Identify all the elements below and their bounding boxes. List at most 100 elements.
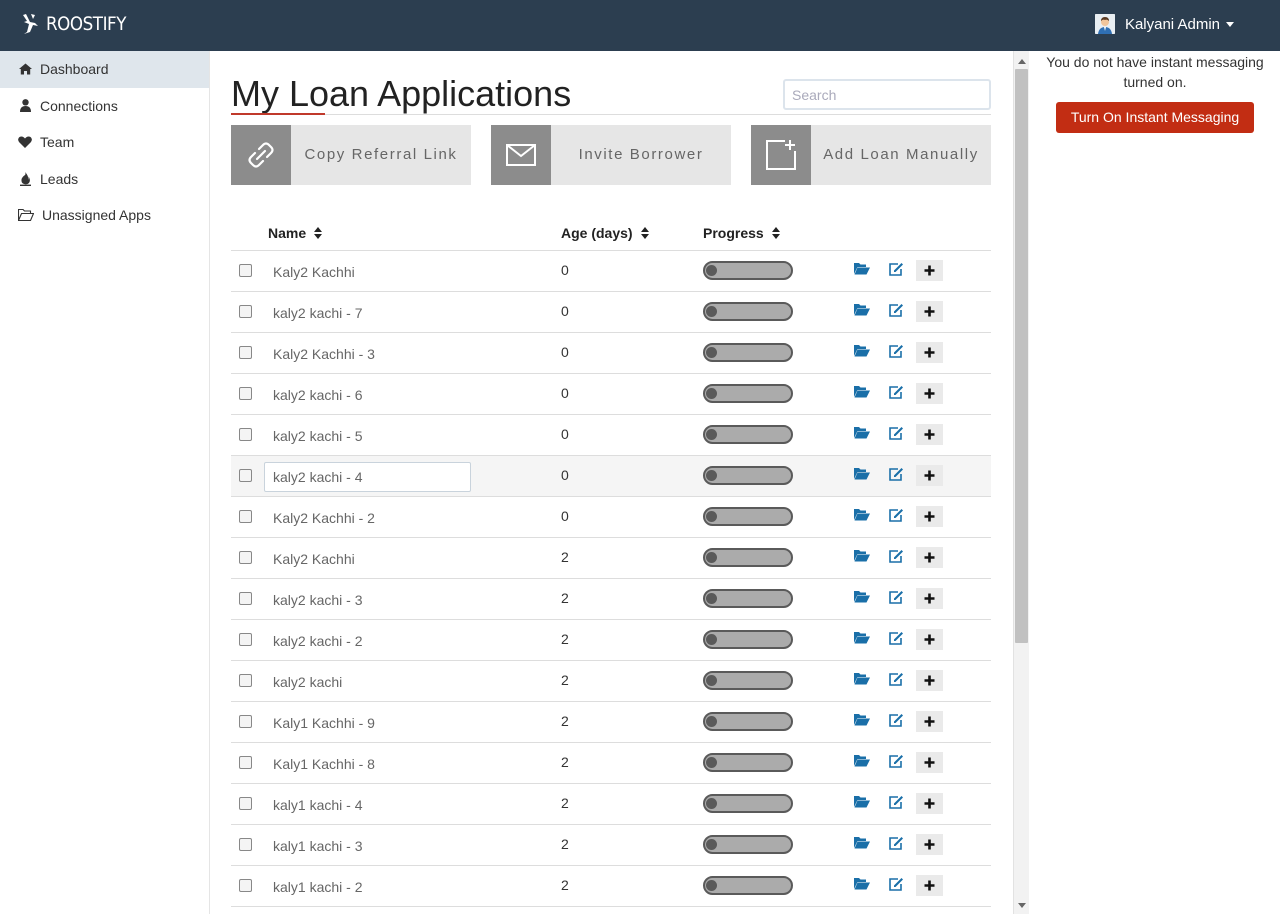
folder-open-icon[interactable]	[854, 713, 870, 731]
row-checkbox[interactable]	[239, 797, 252, 810]
row-checkbox[interactable]	[239, 838, 252, 851]
applicant-name[interactable]: Kaly2 Kachhi	[264, 544, 471, 574]
applicant-name[interactable]: kaly2 kachi - 2	[264, 626, 471, 656]
edit-icon[interactable]	[889, 631, 904, 650]
edit-icon[interactable]	[889, 467, 904, 486]
row-checkbox[interactable]	[239, 387, 252, 400]
applicant-name[interactable]: kaly2 kachi - 3	[264, 585, 471, 615]
row-checkbox[interactable]	[239, 264, 252, 277]
search-input[interactable]	[783, 79, 991, 110]
add-icon[interactable]	[916, 260, 943, 281]
row-checkbox[interactable]	[239, 510, 252, 523]
applicant-name[interactable]: Kaly1 Kachhi - 8	[264, 749, 471, 779]
applicant-name[interactable]: kaly2 kachi - 4	[264, 462, 471, 492]
turn-on-instant-messaging-button[interactable]: Turn On Instant Messaging	[1056, 102, 1254, 133]
applicant-name[interactable]: kaly2 kachi - 5	[264, 421, 471, 451]
user-menu[interactable]: Kalyani Admin	[1094, 14, 1234, 34]
edit-icon[interactable]	[889, 877, 904, 896]
add-icon[interactable]	[916, 670, 943, 691]
edit-icon[interactable]	[889, 344, 904, 363]
add-icon[interactable]	[916, 834, 943, 855]
folder-open-icon[interactable]	[854, 385, 870, 403]
scrollbar-thumb[interactable]	[1015, 69, 1028, 643]
folder-open-icon[interactable]	[854, 836, 870, 854]
row-checkbox[interactable]	[239, 346, 252, 359]
row-checkbox[interactable]	[239, 633, 252, 646]
folder-open-icon[interactable]	[854, 754, 870, 772]
table-row[interactable]: Kaly2 Kachhi 2	[231, 538, 991, 579]
table-row[interactable]: kaly2 kachi - 5 0	[231, 415, 991, 456]
sidebar-item-unassigned-apps[interactable]: Unassigned Apps	[0, 197, 209, 234]
table-row[interactable]: kaly2 kachi - 2 2	[231, 620, 991, 661]
add-icon[interactable]	[916, 875, 943, 896]
add-icon[interactable]	[916, 383, 943, 404]
edit-icon[interactable]	[889, 508, 904, 527]
edit-icon[interactable]	[889, 303, 904, 322]
table-row[interactable]: kaly2 kachi 2	[231, 661, 991, 702]
add-icon[interactable]	[916, 793, 943, 814]
add-icon[interactable]	[916, 588, 943, 609]
row-checkbox[interactable]	[239, 305, 252, 318]
brand[interactable]: ROOSTIFY	[20, 12, 137, 36]
folder-open-icon[interactable]	[854, 549, 870, 567]
applicant-name[interactable]: Kaly2 Kachhi	[264, 257, 471, 287]
folder-open-icon[interactable]	[854, 672, 870, 690]
table-row[interactable]: Kaly2 Kachhi - 3 0	[231, 333, 991, 374]
sidebar-item-dashboard[interactable]: Dashboard	[0, 51, 209, 88]
edit-icon[interactable]	[889, 385, 904, 404]
sidebar-item-connections[interactable]: Connections	[0, 88, 209, 125]
edit-icon[interactable]	[889, 713, 904, 732]
table-row[interactable]: Kaly2 Kachhi 0	[231, 251, 991, 292]
edit-icon[interactable]	[889, 262, 904, 281]
add-icon[interactable]	[916, 629, 943, 650]
table-row[interactable]: kaly1 kachi - 2 2	[231, 866, 991, 907]
row-checkbox[interactable]	[239, 674, 252, 687]
applicant-name[interactable]: Kaly2 Kachhi - 3	[264, 339, 471, 369]
applicant-name[interactable]: Kaly2 Kachhi - 2	[264, 503, 471, 533]
table-row[interactable]: kaly1 kachi - 3 2	[231, 825, 991, 866]
sidebar-item-leads[interactable]: Leads	[0, 161, 209, 198]
folder-open-icon[interactable]	[854, 303, 870, 321]
scroll-up-icon[interactable]	[1018, 59, 1026, 64]
table-row[interactable]: Kaly1 Kachhi - 8 2	[231, 743, 991, 784]
add-icon[interactable]	[916, 711, 943, 732]
applicant-name[interactable]: kaly2 kachi	[264, 667, 471, 697]
table-row[interactable]: Kaly1 Kachhi - 9 2	[231, 702, 991, 743]
add-icon[interactable]	[916, 752, 943, 773]
applicant-name[interactable]: kaly2 kachi - 7	[264, 298, 471, 328]
folder-open-icon[interactable]	[854, 467, 870, 485]
column-header-name[interactable]: Name	[268, 225, 323, 241]
edit-icon[interactable]	[889, 549, 904, 568]
folder-open-icon[interactable]	[854, 508, 870, 526]
column-header-age[interactable]: Age (days)	[561, 225, 649, 241]
add-icon[interactable]	[916, 547, 943, 568]
row-checkbox[interactable]	[239, 428, 252, 441]
table-row[interactable]: kaly2 kachi - 3 2	[231, 579, 991, 620]
edit-icon[interactable]	[889, 795, 904, 814]
table-row[interactable]: kaly2 kachi - 6 0	[231, 374, 991, 415]
invite-borrower-button[interactable]: Invite Borrower	[491, 125, 731, 185]
row-checkbox[interactable]	[239, 715, 252, 728]
add-icon[interactable]	[916, 465, 943, 486]
scrollbar[interactable]	[1013, 51, 1029, 914]
copy-referral-link-button[interactable]: Copy Referral Link	[231, 125, 471, 185]
add-loan-manually-button[interactable]: Add Loan Manually	[751, 125, 991, 185]
table-row[interactable]: Kaly2 Kachhi - 2 0	[231, 497, 991, 538]
folder-open-icon[interactable]	[854, 631, 870, 649]
applicant-name[interactable]: kaly1 kachi - 3	[264, 831, 471, 861]
folder-open-icon[interactable]	[854, 590, 870, 608]
table-row[interactable]: kaly2 kachi - 7 0	[231, 292, 991, 333]
sidebar-item-team[interactable]: Team	[0, 124, 209, 161]
edit-icon[interactable]	[889, 754, 904, 773]
add-icon[interactable]	[916, 506, 943, 527]
table-row[interactable]: kaly2 kachi - 4 0	[231, 456, 991, 497]
row-checkbox[interactable]	[239, 879, 252, 892]
edit-icon[interactable]	[889, 426, 904, 445]
row-checkbox[interactable]	[239, 592, 252, 605]
add-icon[interactable]	[916, 342, 943, 363]
folder-open-icon[interactable]	[854, 877, 870, 895]
table-row[interactable]: kaly1 kachi - 4 2	[231, 784, 991, 825]
applicant-name[interactable]: kaly1 kachi - 4	[264, 790, 471, 820]
column-header-progress[interactable]: Progress	[703, 225, 780, 241]
add-icon[interactable]	[916, 301, 943, 322]
